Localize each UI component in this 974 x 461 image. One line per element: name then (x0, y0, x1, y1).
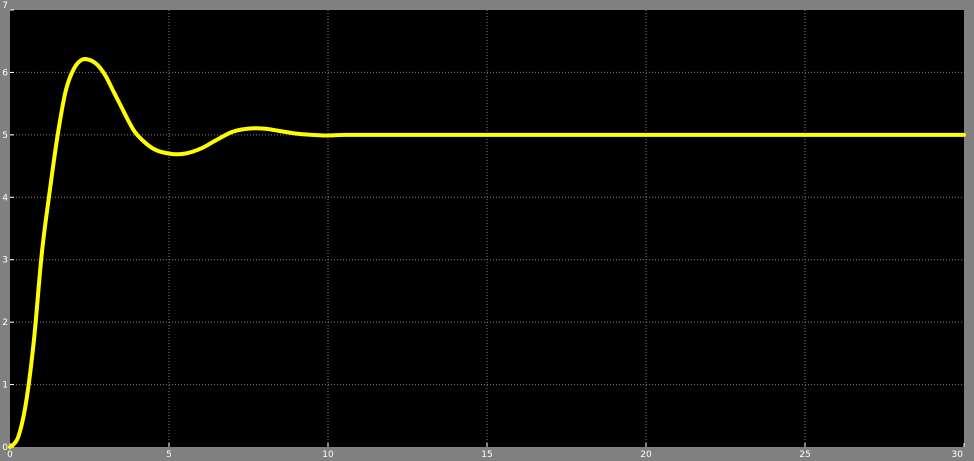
x-tick-label: 25 (799, 450, 810, 460)
y-tick-label: 3 (2, 256, 8, 266)
y-tick-label: 7 (2, 1, 8, 11)
x-tick-label: 10 (322, 450, 334, 460)
y-tick-label: 0 (2, 443, 8, 453)
y-tick-label: 1 (2, 381, 8, 391)
y-tick-label: 4 (2, 193, 8, 203)
scope-window: 0 5 10 15 20 25 30 0 1 2 3 4 5 6 7 (0, 0, 974, 461)
y-tick-label: 6 (2, 68, 8, 78)
x-tick-label: 20 (640, 450, 652, 460)
y-tick-label: 5 (2, 131, 8, 141)
x-tick-label: 0 (7, 450, 13, 460)
line-chart: 0 5 10 15 20 25 30 0 1 2 3 4 5 6 7 (2, 1, 966, 460)
x-tick-label: 30 (952, 450, 964, 460)
y-tick-label: 2 (2, 318, 8, 328)
plot-area (10, 10, 964, 447)
x-tick-label: 5 (166, 450, 172, 460)
x-tick-label: 15 (481, 450, 492, 460)
